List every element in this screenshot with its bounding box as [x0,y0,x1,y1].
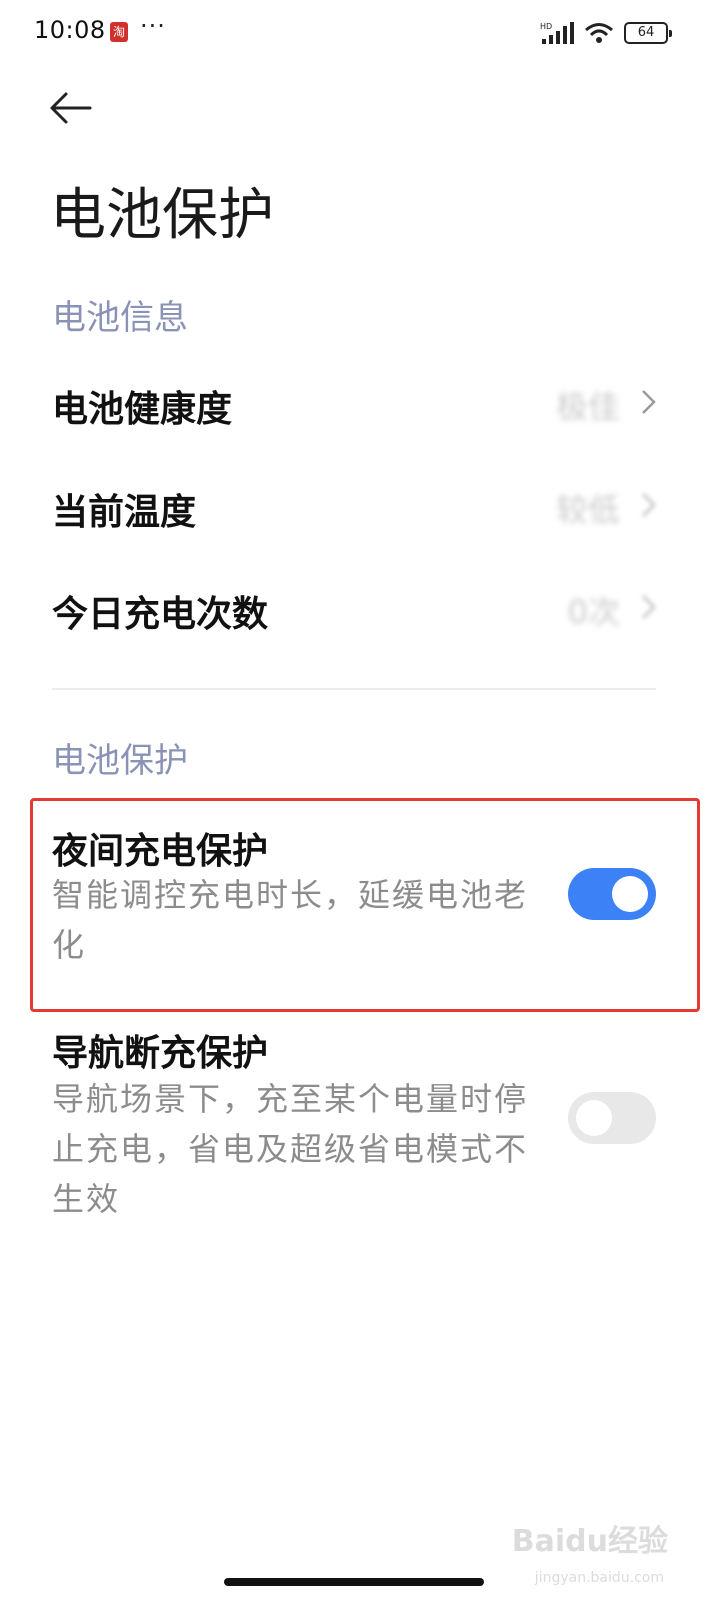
taobao-notification-icon: 淘 [110,22,128,42]
toggle-description: 智能调控充电时长，延缓电池老化 [52,876,529,964]
status-time: 10:08 [34,16,106,44]
info-label: 今日充电次数 [52,594,269,635]
battery-icon: 64 [624,22,672,44]
back-arrow-icon [50,92,92,124]
info-row-today-charge-count[interactable]: 今日充电次数 0次 [0,557,720,657]
toggle-title: 导航断充保护 [52,1033,269,1074]
cellular-signal-icon: HD [540,22,574,44]
more-notifications-icon: ··· [140,12,166,40]
toggle-description: 导航场景下，充至某个电量时停止充电，省电及超级省电模式不生效 [52,1080,529,1218]
wifi-icon [585,23,613,43]
section-header-battery-info: 电池信息 [52,298,188,338]
info-value: 较低 [555,491,620,529]
toggle-row-night-charge-protection[interactable]: 夜间充电保护 智能调控充电时长，延缓电池老化 [0,800,720,1010]
info-row-battery-health[interactable]: 电池健康度 极佳 [0,352,720,452]
info-label: 电池健康度 [52,389,233,430]
navigation-charge-protection-switch[interactable] [568,1092,656,1144]
toggle-title: 夜间充电保护 [52,831,269,872]
info-value: 极佳 [555,388,620,426]
status-bar: 10:08 淘 ··· HD 64 [0,0,720,64]
home-indicator[interactable] [224,1578,484,1586]
back-button[interactable] [48,88,98,128]
baidu-watermark-url: jingyan.baidu.com [534,1570,664,1586]
switch-knob [612,876,648,912]
info-row-current-temperature[interactable]: 当前温度 较低 [0,455,720,555]
section-header-battery-protection: 电池保护 [52,741,188,781]
switch-knob [576,1100,612,1136]
info-value: 0次 [567,593,620,631]
night-charge-protection-switch[interactable] [568,868,656,920]
chevron-right-icon [642,390,656,414]
chevron-right-icon [642,493,656,517]
status-icons: HD 64 [540,20,672,46]
page-title: 电池保护 [50,183,274,248]
network-tag: HD [540,22,552,31]
info-label: 当前温度 [52,492,197,533]
baidu-watermark: Baidu经验 [511,1524,668,1559]
toggle-row-navigation-charge-protection[interactable]: 导航断充保护 导航场景下，充至某个电量时停止充电，省电及超级省电模式不生效 [0,1012,720,1222]
section-divider [52,688,656,690]
chevron-right-icon [642,595,656,619]
